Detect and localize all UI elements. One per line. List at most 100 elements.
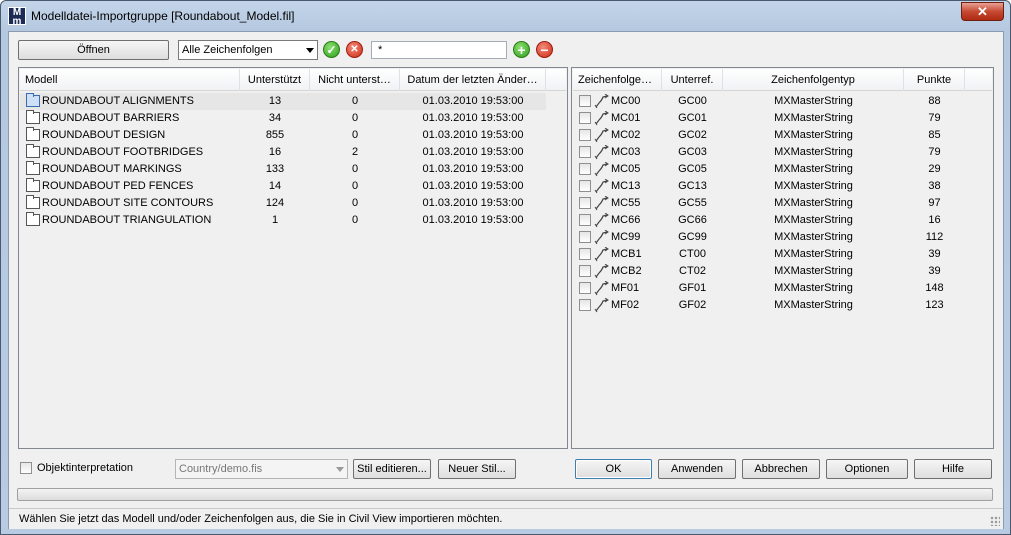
table-row[interactable]: ROUNDABOUT BARRIERS 34 0 01.03.2010 19:53:0… <box>20 110 566 127</box>
check-icon[interactable]: ✓ <box>323 41 340 58</box>
dialog-client-area: Öffnen Alle Zeichenfolgen ✓ ✕ * + − Mode… <box>8 31 1004 529</box>
string-points: 148 <box>925 282 944 294</box>
progress-bar <box>17 488 993 501</box>
models-list[interactable]: Modell Unterstützt Nicht unterst… Datum … <box>18 67 568 449</box>
table-row[interactable]: MC13 GC13 MXMasterString 38 <box>573 178 992 195</box>
col-string[interactable]: Zeichenfolge… <box>573 69 662 91</box>
strings-list[interactable]: Zeichenfolge… Unterref. Zeichenfolgentyp… <box>571 67 994 449</box>
remove-icon[interactable]: − <box>536 41 553 58</box>
col-string-type[interactable]: Zeichenfolgentyp <box>723 69 904 91</box>
string-subref: GF02 <box>678 299 707 311</box>
table-row[interactable]: MC02 GC02 MXMasterString 85 <box>573 127 992 144</box>
col-points[interactable]: Punkte <box>904 69 965 91</box>
string-subref: GC00 <box>678 95 707 107</box>
string-name: MC99 <box>611 231 641 243</box>
string-curve-icon <box>594 145 609 160</box>
model-name: ROUNDABOUT BARRIERS <box>42 112 180 124</box>
col-model[interactable]: Modell <box>20 69 240 91</box>
model-date: 01.03.2010 19:53:00 <box>422 112 524 124</box>
string-checkbox[interactable] <box>579 163 591 175</box>
col-supported[interactable]: Unterstützt <box>240 69 310 91</box>
table-row[interactable]: MCB2 CT02 MXMasterString 39 <box>573 263 992 280</box>
options-button[interactable]: Optionen <box>826 459 908 479</box>
string-filter-select[interactable]: Alle Zeichenfolgen <box>178 40 318 60</box>
edit-style-button[interactable]: Stil editieren... <box>353 459 431 479</box>
string-subref: GC99 <box>678 231 707 243</box>
table-row[interactable]: MCB1 CT00 MXMasterString 39 <box>573 246 992 263</box>
open-button[interactable]: Öffnen <box>18 40 169 60</box>
string-type: MXMasterString <box>774 197 853 209</box>
string-subref: GC03 <box>678 146 707 158</box>
string-points: 79 <box>928 112 941 124</box>
title-bar[interactable]: Mm Modelldatei-Importgruppe [Roundabout_… <box>1 1 1010 31</box>
cancel-button[interactable]: Abbrechen <box>742 459 820 479</box>
table-row[interactable]: MC66 GC66 MXMasterString 16 <box>573 212 992 229</box>
col-last-modified[interactable]: Datum der letzten Änder… <box>400 69 546 91</box>
string-checkbox[interactable] <box>579 129 591 141</box>
string-checkbox[interactable] <box>579 214 591 226</box>
table-row[interactable]: MF01 GF01 MXMasterString 148 <box>573 280 992 297</box>
table-row[interactable]: ROUNDABOUT ALIGNMENTS 13 0 01.03.2010 19:53… <box>20 93 546 110</box>
name-filter-input[interactable]: * <box>371 41 507 59</box>
string-subref: CT00 <box>679 248 706 260</box>
string-points: 39 <box>928 248 941 260</box>
string-points: 16 <box>928 214 941 226</box>
string-name: MF02 <box>611 299 640 311</box>
string-curve-icon <box>594 111 609 126</box>
string-subref: GC05 <box>678 163 707 175</box>
string-type: MXMasterString <box>774 299 853 311</box>
col-subref[interactable]: Unterref. <box>662 69 723 91</box>
string-checkbox[interactable] <box>579 112 591 124</box>
table-row[interactable]: MC55 GC55 MXMasterString 97 <box>573 195 992 212</box>
add-icon[interactable]: + <box>513 41 530 58</box>
help-button[interactable]: Hilfe <box>914 459 992 479</box>
string-checkbox[interactable] <box>579 231 591 243</box>
string-subref: GC66 <box>678 214 707 226</box>
string-points: 88 <box>928 95 941 107</box>
object-interpretation-checkbox[interactable] <box>20 462 32 474</box>
string-name: MC01 <box>611 112 641 124</box>
chevron-down-icon <box>336 467 344 472</box>
resize-grip-icon[interactable] <box>990 516 1000 526</box>
string-filter-value: Alle Zeichenfolgen <box>182 44 273 56</box>
table-row[interactable]: ROUNDABOUT FOOTBRIDGES 16 2 01.03.2010 19:5… <box>20 144 566 161</box>
string-checkbox[interactable] <box>579 282 591 294</box>
strings-header: Zeichenfolge… Unterref. Zeichenfolgentyp… <box>573 69 992 91</box>
model-unsupported: 2 <box>351 146 359 158</box>
model-date: 01.03.2010 19:53:00 <box>422 180 524 192</box>
table-row[interactable]: ROUNDABOUT SITE CONTOURS 124 0 01.03.2010 1… <box>20 195 566 212</box>
ok-button[interactable]: OK <box>575 459 652 479</box>
table-row[interactable]: MC99 GC99 MXMasterString 112 <box>573 229 992 246</box>
close-button[interactable]: ✕ <box>961 2 1004 21</box>
table-row[interactable]: MC03 GC03 MXMasterString 79 <box>573 144 992 161</box>
apply-button[interactable]: Anwenden <box>658 459 736 479</box>
table-row[interactable]: MF02 GF02 MXMasterString 123 <box>573 297 992 314</box>
model-unsupported: 0 <box>351 129 359 141</box>
table-row[interactable]: MC01 GC01 MXMasterString 79 <box>573 110 992 127</box>
table-row[interactable]: ROUNDABOUT MARKINGS 133 0 01.03.2010 19:53:… <box>20 161 566 178</box>
table-row[interactable]: ROUNDABOUT DESIGN 855 0 01.03.2010 19:53:00 <box>20 127 566 144</box>
new-style-button[interactable]: Neuer Stil... <box>438 459 516 479</box>
string-name: MF01 <box>611 282 640 294</box>
table-row[interactable]: ROUNDABOUT TRIANGULATION 1 0 01.03.2010 19:… <box>20 212 566 229</box>
model-name: ROUNDABOUT PED FENCES <box>42 180 194 192</box>
string-checkbox[interactable] <box>579 146 591 158</box>
table-row[interactable]: MC05 GC05 MXMasterString 29 <box>573 161 992 178</box>
folder-icon <box>26 93 40 107</box>
col-unsupported[interactable]: Nicht unterst… <box>310 69 400 91</box>
window-title: Modelldatei-Importgruppe [Roundabout_Mod… <box>31 9 295 23</box>
model-name: ROUNDABOUT TRIANGULATION <box>42 214 212 226</box>
string-curve-icon <box>594 213 609 228</box>
string-checkbox[interactable] <box>579 197 591 209</box>
folder-icon <box>26 144 40 158</box>
string-checkbox[interactable] <box>579 299 591 311</box>
string-points: 38 <box>928 180 941 192</box>
string-checkbox[interactable] <box>579 265 591 277</box>
string-checkbox[interactable] <box>579 248 591 260</box>
string-checkbox[interactable] <box>579 95 591 107</box>
style-file-select: Country/demo.fis <box>175 459 348 479</box>
table-row[interactable]: MC00 GC00 MXMasterString 88 <box>573 93 992 110</box>
clear-icon[interactable]: ✕ <box>346 41 363 58</box>
table-row[interactable]: ROUNDABOUT PED FENCES 14 0 01.03.2010 19:53… <box>20 178 566 195</box>
string-checkbox[interactable] <box>579 180 591 192</box>
